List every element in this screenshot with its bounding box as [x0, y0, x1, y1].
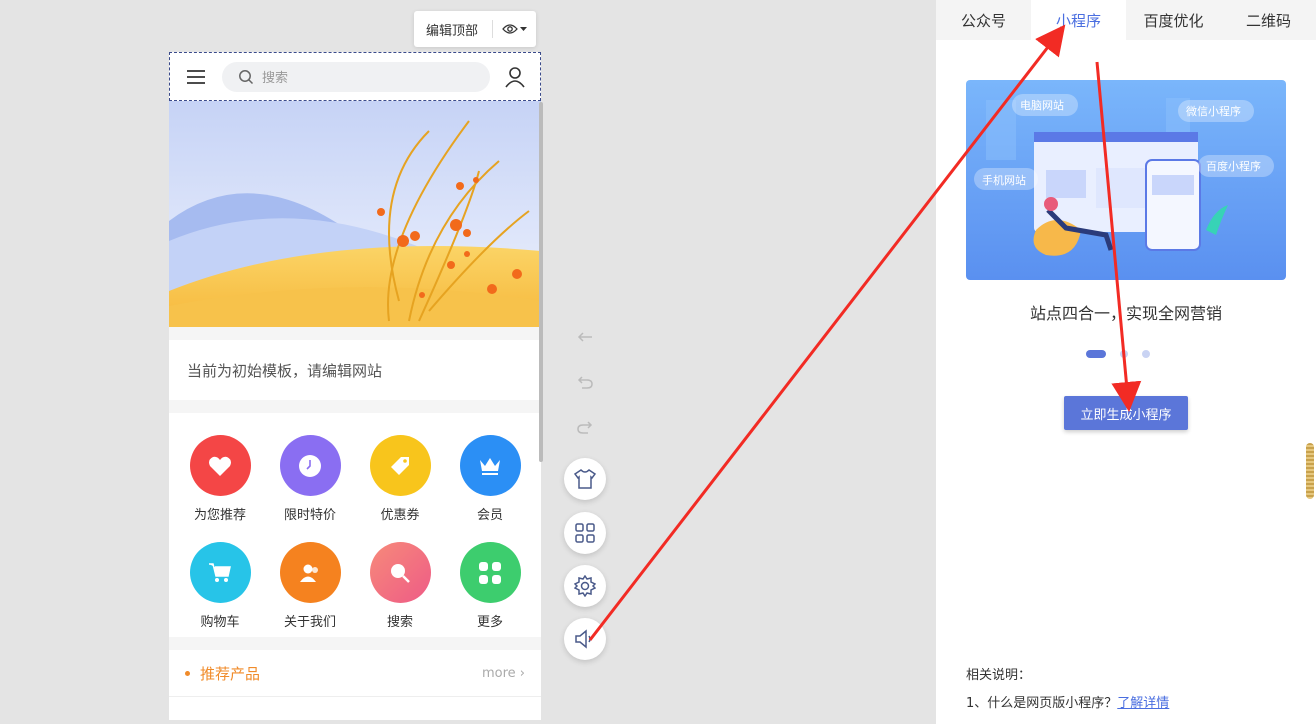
grid-item-search[interactable]: 搜索 [355, 542, 445, 630]
shirt-icon [574, 469, 596, 489]
search-icon [239, 69, 254, 84]
preview-toggle[interactable] [493, 23, 536, 35]
grid-label: 会员 [476, 508, 503, 523]
user-icon[interactable] [490, 66, 540, 88]
tab-mini-program[interactable]: 小程序 [1031, 0, 1126, 40]
grid-label: 购物车 [200, 615, 240, 630]
search-input[interactable]: 搜索 [222, 61, 490, 92]
speaker-icon [575, 629, 591, 649]
grid-item-more[interactable]: 更多 [445, 542, 535, 630]
note-item: 1、什么是网页版小程序？了解详情 [966, 696, 1170, 711]
promo-tag-pc: 电脑网站 [1020, 98, 1064, 112]
heart-icon [189, 435, 251, 496]
grid-item-coupon[interactable]: 优惠券 [355, 435, 445, 523]
edit-header-toolbar: 编辑顶部 [414, 11, 536, 47]
grid-label: 优惠券 [380, 508, 420, 523]
search-placeholder: 搜索 [262, 71, 289, 86]
carousel-dot[interactable] [1142, 350, 1150, 358]
products-more-link[interactable]: more › [482, 666, 525, 681]
grid-label: 关于我们 [283, 615, 336, 630]
chevron-down-icon [520, 26, 527, 31]
learn-more-link[interactable]: 了解详情 [1117, 696, 1169, 711]
panel-scroll-handle[interactable] [1306, 443, 1314, 499]
promo-slogan: 站点四合一，实现全网营销 [1029, 304, 1222, 323]
bullet-dot [185, 670, 190, 676]
promo-tag-mobile: 手机网站 [982, 173, 1026, 187]
theme-button[interactable] [564, 458, 606, 500]
tag-icon [369, 435, 431, 496]
promo-tag-wechat: 微信小程序 [1186, 104, 1241, 118]
phone-header[interactable]: 搜索 [169, 52, 541, 101]
people-icon [279, 542, 341, 603]
template-notice: 当前为初始模板，请编辑网站 [169, 340, 541, 400]
banner-image [169, 101, 541, 327]
panel-tabs: 公众号 小程序 百度优化 二维码 [936, 0, 1316, 40]
recommended-products-section: 推荐产品 more › [169, 650, 541, 720]
settings-button[interactable] [564, 565, 606, 607]
edit-header-button[interactable]: 编辑顶部 [414, 20, 492, 39]
crown-icon [459, 435, 521, 496]
tab-qr-code[interactable]: 二维码 [1221, 0, 1316, 40]
tab-official-account[interactable]: 公众号 [936, 0, 1031, 40]
notes-title: 相关说明： [966, 668, 1032, 683]
cart-icon [189, 542, 251, 603]
hamburger-menu-icon[interactable] [170, 69, 222, 85]
right-panel: 公众号 小程序 百度优化 二维码 电脑网站 微信小程序 手机网站 百度小程序 站… [936, 0, 1316, 724]
layout-icon [575, 523, 595, 543]
tab-baidu-seo[interactable]: 百度优化 [1126, 0, 1221, 40]
clock-icon [279, 435, 341, 496]
grid-label: 为您推荐 [193, 508, 246, 523]
grid-item-flash-sale[interactable]: 限时特价 [265, 435, 355, 523]
carousel-dot-active[interactable] [1086, 350, 1106, 358]
promo-tag-baidu: 百度小程序 [1206, 159, 1261, 173]
related-notes: 相关说明： 1、什么是网页版小程序？了解详情 [966, 662, 1169, 718]
search-icon [369, 542, 431, 603]
grid-item-member[interactable]: 会员 [445, 435, 535, 523]
grid-label: 限时特价 [283, 508, 336, 523]
icon-grid: 为您推荐 限时特价 优惠券 会员 购物车 关于我们 搜索 更多 [169, 413, 541, 637]
announcement-button[interactable] [564, 618, 606, 660]
redo-icon[interactable] [576, 418, 594, 436]
eye-icon [502, 24, 518, 34]
phone-scrollbar[interactable] [539, 102, 543, 462]
grid-item-about[interactable]: 关于我们 [265, 542, 355, 630]
apps-icon [459, 542, 521, 603]
generate-mini-program-button[interactable]: 立即生成小程序 [1064, 396, 1188, 430]
phone-preview: 搜索 当前为初始模板，请编辑网站 为您推荐 限时特价 优惠券 会员 购物车 关于… [169, 52, 541, 720]
grid-item-cart[interactable]: 购物车 [175, 542, 265, 630]
grid-label: 搜索 [386, 615, 413, 630]
undo-icon[interactable] [576, 373, 594, 391]
grid-item-recommend[interactable]: 为您推荐 [175, 435, 265, 523]
back-arrow-icon[interactable] [576, 328, 594, 346]
settings-icon [574, 575, 596, 597]
carousel-dot[interactable] [1120, 350, 1128, 358]
carousel-dots [1086, 350, 1150, 358]
grid-label: 更多 [476, 615, 503, 630]
products-title: 推荐产品 [200, 664, 261, 683]
layout-button[interactable] [564, 512, 606, 554]
promo-illustration: 电脑网站 微信小程序 手机网站 百度小程序 [966, 80, 1286, 280]
